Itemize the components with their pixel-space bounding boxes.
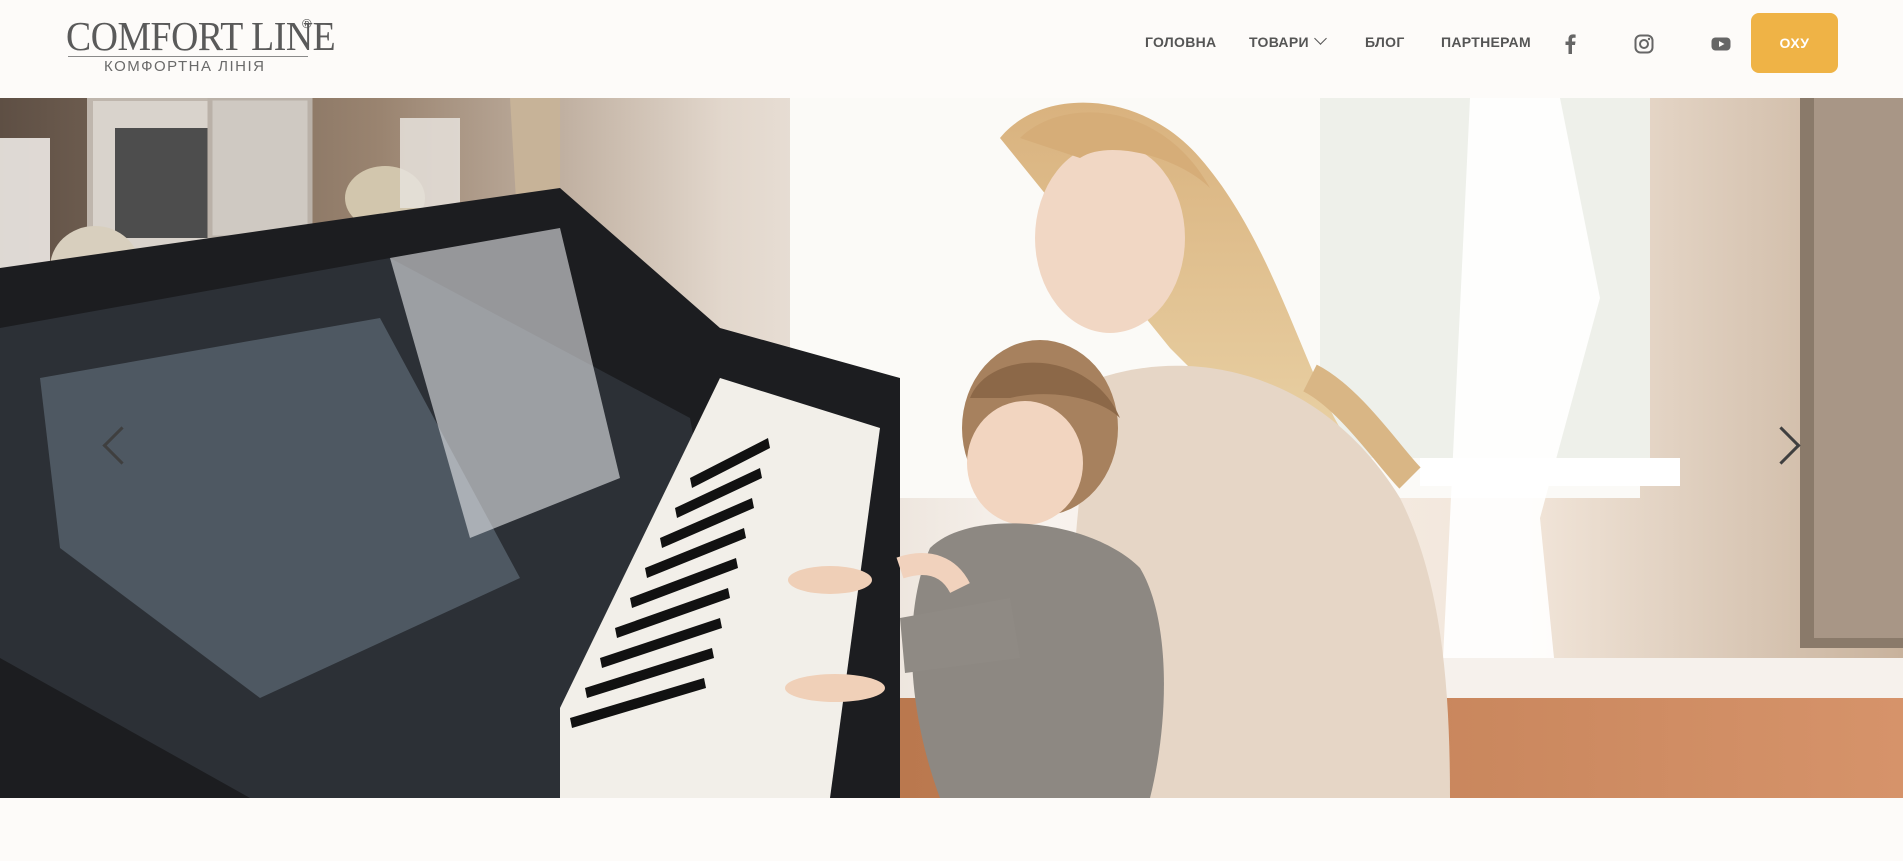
hero-slider bbox=[0, 98, 1903, 798]
nav-item-products[interactable]: ТОВАРИ bbox=[1249, 32, 1327, 50]
slider-next-button[interactable] bbox=[1761, 420, 1806, 470]
nav-item-partners[interactable]: ПАРТНЕРАМ bbox=[1441, 34, 1531, 50]
site-header: COMFORT LINE ® КОМФОРТНА ЛІНІЯ ГОЛОВНА Т… bbox=[0, 0, 1903, 98]
cta-button[interactable]: ОХУ bbox=[1751, 13, 1838, 73]
nav-item-home[interactable]: ГОЛОВНА bbox=[1145, 34, 1216, 50]
chevron-left-icon bbox=[101, 425, 141, 465]
registered-mark: ® bbox=[302, 16, 312, 31]
hero-image bbox=[0, 98, 1903, 798]
nav-item-blog[interactable]: БЛОГ bbox=[1365, 34, 1405, 50]
chevron-right-icon bbox=[1761, 425, 1801, 465]
instagram-icon[interactable] bbox=[1632, 32, 1656, 56]
facebook-icon[interactable] bbox=[1558, 32, 1582, 56]
youtube-icon[interactable] bbox=[1709, 32, 1733, 56]
brand-logo[interactable]: COMFORT LINE ® КОМФОРТНА ЛІНІЯ bbox=[66, 14, 336, 75]
brand-name: COMFORT LINE bbox=[66, 13, 336, 59]
brand-subtitle: КОМФОРТНА ЛІНІЯ bbox=[104, 58, 266, 75]
logo-divider bbox=[68, 56, 308, 57]
chevron-down-icon bbox=[1313, 32, 1327, 45]
nav-item-products-label: ТОВАРИ bbox=[1249, 34, 1309, 50]
content-area bbox=[0, 798, 1903, 861]
slider-prev-button[interactable] bbox=[96, 420, 141, 470]
